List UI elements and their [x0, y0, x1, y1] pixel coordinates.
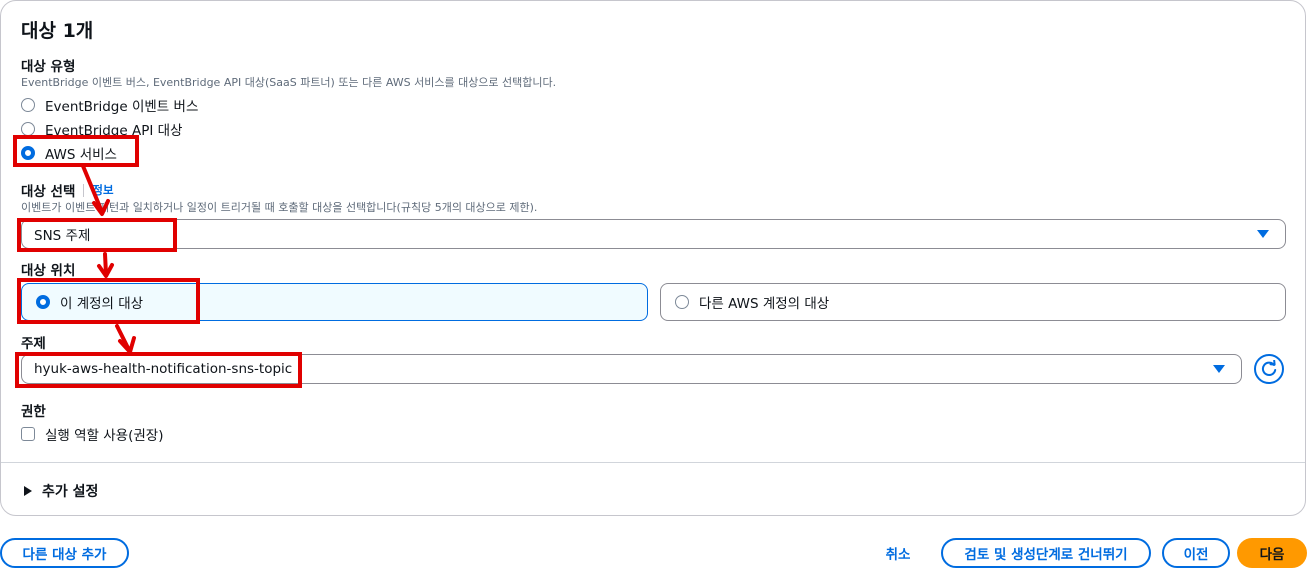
arrow-2: [103, 252, 108, 276]
annotation-arrows: [81, 164, 136, 354]
arrow-1: [81, 164, 104, 214]
